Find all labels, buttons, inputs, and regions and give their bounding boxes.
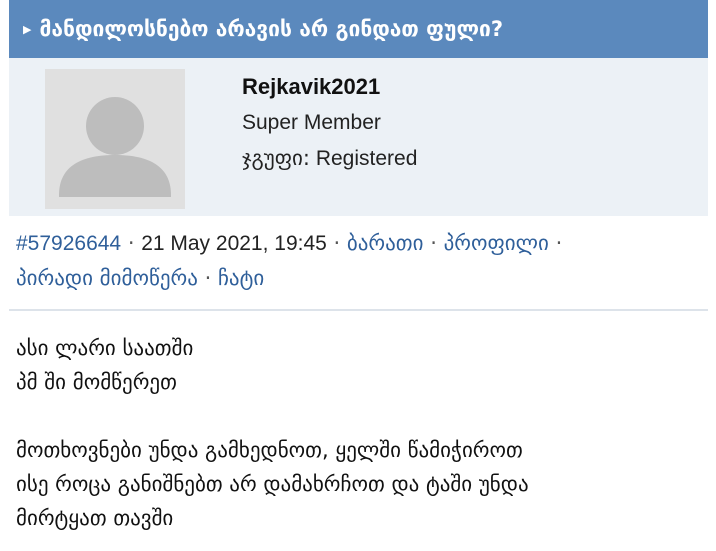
divider xyxy=(9,309,708,311)
author-group: ჯგუფი: Registered xyxy=(242,146,417,171)
meta-separator: · xyxy=(127,231,135,255)
meta-separator: · xyxy=(204,266,212,290)
author-group-value: Registered xyxy=(315,147,418,170)
post-text-line: ასი ლარი საათში xyxy=(16,336,194,360)
default-avatar-icon xyxy=(45,69,185,209)
post-text-line: ისე როცა განიშნებთ არ დამახრჩოთ და ტაში … xyxy=(16,472,529,496)
topic-title[interactable]: მანდილოსნებო არავის არ გინდათ ფული? xyxy=(39,17,503,41)
author-rank: Super Member xyxy=(242,111,381,134)
chat-link[interactable]: ჩატი xyxy=(218,266,264,290)
post-meta: #57926644 · 21 May 2021, 19:45 · ბარათი … xyxy=(16,226,706,295)
meta-separator: · xyxy=(430,231,437,255)
post-text-line: პმ ში მომწერეთ xyxy=(16,370,177,394)
post-body: ასი ლარი საათში პმ ში მომწერეთ მოთხოვნებ… xyxy=(16,331,706,535)
author-username[interactable]: Rejkavik2021 xyxy=(242,74,380,100)
profile-link[interactable]: პროფილი xyxy=(444,231,549,255)
card-link[interactable]: ბარათი xyxy=(347,231,424,255)
post-text-line: მირტყათ თავში xyxy=(16,506,174,530)
meta-separator: · xyxy=(333,231,341,255)
private-message-link[interactable]: პირადი მიმოწერა xyxy=(16,266,198,290)
author-group-label: ჯგუფი: xyxy=(242,146,310,170)
post-date: 21 May 2021, 19:45 xyxy=(141,232,327,255)
topic-header[interactable]: ▶ მანდილოსნებო არავის არ გინდათ ფული? xyxy=(9,0,708,58)
post-id-link[interactable]: #57926644 xyxy=(16,232,121,255)
meta-separator: · xyxy=(555,231,563,255)
caret-right-icon: ▶ xyxy=(23,22,32,36)
post-text-line: მოთხოვნები უნდა გამხედნოთ, ყელში წამიჭირ… xyxy=(16,438,523,462)
avatar[interactable] xyxy=(45,69,185,209)
forum-post-page: ▶ მანდილოსნებო არავის არ გინდათ ფული? Re… xyxy=(0,0,716,551)
author-panel: Rejkavik2021 Super Member ჯგუფი: Registe… xyxy=(9,58,708,216)
